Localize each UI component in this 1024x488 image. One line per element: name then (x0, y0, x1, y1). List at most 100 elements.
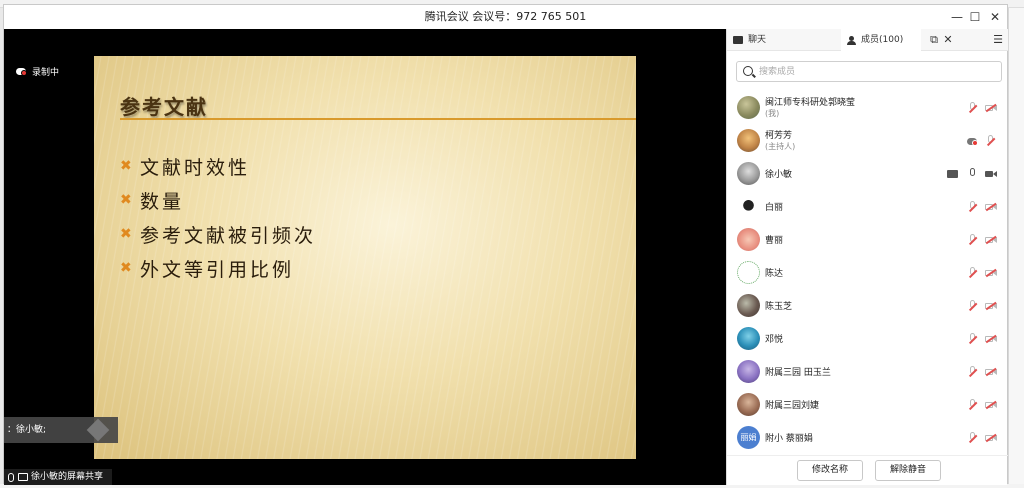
members-icon (847, 35, 856, 45)
popout-icon[interactable]: ⧉ (927, 32, 941, 48)
tab-chat[interactable]: 聊天 (733, 29, 833, 51)
bullet-cross-icon: ✖ (120, 192, 132, 208)
member-row[interactable]: 附属三园 田玉兰 (727, 355, 1008, 388)
avatar (737, 294, 760, 317)
member-role: (主持人) (765, 142, 796, 151)
camera-off-icon (985, 366, 997, 378)
member-name: 陈达 (765, 269, 784, 279)
share-label: 徐小敏的屏幕共享 (31, 472, 104, 482)
speaking-label: ：徐小敏; (7, 425, 47, 435)
mic-muted-icon (967, 102, 979, 114)
member-row[interactable]: 附属三园刘婕 (727, 388, 1008, 421)
member-name: 柯芳芳 (765, 131, 793, 141)
avatar (737, 96, 760, 119)
background-window-edge (1008, 8, 1024, 488)
member-name: 邓悦 (765, 335, 784, 345)
member-name: 附属三园 田玉兰 (765, 368, 831, 378)
screen-share-label-bar: 徐小敏的屏幕共享 (4, 469, 112, 485)
recording-indicator: 录制中 (16, 64, 59, 78)
unmute-button[interactable]: 解除静音 (875, 460, 941, 481)
member-name: 徐小敏 (765, 170, 793, 180)
slide-bullet: ✖ 外文等引用比例 (120, 258, 295, 281)
cloud-record-icon (16, 67, 28, 76)
member-name: 附属三园刘婕 (765, 401, 820, 411)
title-bar[interactable]: 腾讯会议 会议号：972 765 501 — ☐ ✕ (4, 5, 1007, 29)
member-row[interactable]: 邓悦 (727, 322, 1008, 355)
screen: 腾讯会议 会议号：972 765 501 — ☐ ✕ 录制中 参考文献 ✖ 文献时… (0, 0, 1024, 488)
member-name: 附小 蔡丽娟 (765, 434, 813, 444)
member-name: 闽江师专科研处郭晓莹 (765, 98, 856, 108)
recording-label: 录制中 (32, 67, 60, 78)
menu-icon[interactable]: ☰ (991, 32, 1005, 48)
avatar (737, 195, 760, 218)
member-name: 曹丽 (765, 236, 784, 246)
camera-off-icon (985, 300, 997, 312)
member-name: 白丽 (765, 203, 784, 213)
presentation-slide: 参考文献 ✖ 文献时效性 ✖ 数量 ✖ 参考文献被引频次 ✖ 外文等引用比例 (94, 56, 636, 459)
mic-muted-icon (967, 300, 979, 312)
panel-footer: 修改名称 解除静音 (727, 455, 1008, 485)
minimize-button[interactable]: — (948, 8, 966, 26)
avatar (737, 162, 760, 185)
member-row[interactable]: 闽江师专科研处郭晓莹 (我) (727, 91, 1008, 124)
avatar (737, 261, 760, 284)
shared-screen-area[interactable]: 录制中 参考文献 ✖ 文献时效性 ✖ 数量 ✖ 参考文献被引频次 ✖ 外文等引用比例 ：… (4, 29, 726, 485)
window-title: 腾讯会议 会议号：972 765 501 (424, 10, 587, 23)
cloud-record-icon (967, 135, 979, 147)
search-input[interactable] (759, 64, 997, 79)
slide-bullet-list: ✖ 文献时效性 ✖ 数量 ✖ 参考文献被引频次 ✖ 外文等引用比例 (120, 149, 316, 285)
camera-off-icon (985, 201, 997, 213)
tab-members[interactable]: 成员(100) (841, 29, 921, 51)
member-row[interactable]: 陈玉芝 (727, 289, 1008, 322)
mic-muted-icon (985, 135, 997, 147)
avatar (737, 129, 760, 152)
microphone-icon (8, 472, 14, 482)
camera-off-icon (985, 102, 997, 114)
screen-share-icon (18, 473, 28, 481)
mic-muted-icon (967, 366, 979, 378)
search-icon (743, 66, 753, 76)
panel-tabs: 聊天 成员(100) ⧉ ✕ ☰ (727, 29, 1008, 51)
mic-icon (967, 168, 979, 180)
slide-bullet: ✖ 参考文献被引频次 (120, 224, 317, 247)
member-name: 陈玉芝 (765, 302, 793, 312)
member-row[interactable]: 徐小敏 (727, 157, 1008, 190)
slide-title-rule (120, 118, 636, 120)
close-button[interactable]: ✕ (986, 8, 1004, 26)
mic-muted-icon (967, 201, 979, 213)
camera-off-icon (985, 399, 997, 411)
mic-muted-icon (967, 432, 979, 444)
bullet-cross-icon: ✖ (120, 158, 132, 174)
camera-off-icon (985, 432, 997, 444)
camera-off-icon (985, 234, 997, 246)
speaking-indicator: ：徐小敏; (4, 417, 118, 443)
member-row[interactable]: 白丽 (727, 190, 1008, 223)
bullet-cross-icon: ✖ (120, 260, 132, 276)
member-row[interactable]: 柯芳芳 (主持人) (727, 124, 1008, 157)
maximize-button[interactable]: ☐ (966, 8, 984, 26)
member-role: (我) (765, 109, 780, 118)
speaker-thumbnail (86, 418, 110, 442)
member-row[interactable]: 曹丽 (727, 223, 1008, 256)
member-row[interactable]: 丽娟 附小 蔡丽娟 (727, 421, 1008, 454)
mic-muted-icon (967, 267, 979, 279)
avatar: 丽娟 (737, 426, 760, 449)
screen-share-icon (947, 168, 959, 180)
mic-muted-icon (967, 399, 979, 411)
avatar (737, 327, 760, 350)
rename-button[interactable]: 修改名称 (797, 460, 863, 481)
members-panel: 聊天 成员(100) ⧉ ✕ ☰ 闽江师专科研处郭晓莹 (我) (726, 29, 1008, 485)
member-row[interactable]: 陈达 (727, 256, 1008, 289)
member-search[interactable] (736, 61, 1002, 82)
chat-icon (733, 36, 743, 44)
avatar (737, 228, 760, 251)
camera-icon (985, 168, 997, 180)
meeting-window: 腾讯会议 会议号：972 765 501 — ☐ ✕ 录制中 参考文献 ✖ 文献时… (3, 4, 1008, 485)
mic-muted-icon (967, 234, 979, 246)
camera-off-icon (985, 333, 997, 345)
close-panel-icon[interactable]: ✕ (941, 32, 955, 48)
slide-bullet: ✖ 文献时效性 (120, 156, 251, 179)
camera-off-icon (985, 267, 997, 279)
bullet-cross-icon: ✖ (120, 226, 132, 242)
mic-muted-icon (967, 333, 979, 345)
